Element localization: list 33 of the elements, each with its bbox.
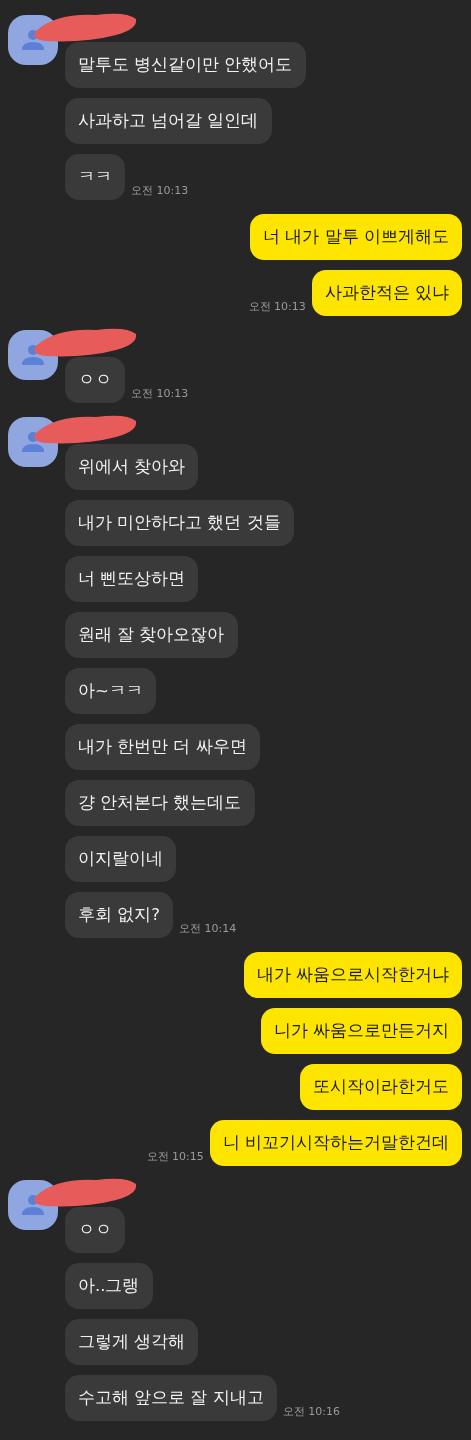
message-bubble[interactable]: 걍 안처본다 했는데도	[65, 780, 255, 826]
message-bubble[interactable]: 너 내가 말투 이쁘게해도	[250, 214, 462, 260]
message-bubble[interactable]: 수고해 앞으로 잘 지내고	[65, 1375, 277, 1421]
message-bubble[interactable]: 내가 싸움으로시작한거냐	[243, 952, 462, 998]
person-icon	[21, 29, 45, 51]
message-bubble[interactable]: 아..그랭	[65, 1263, 153, 1309]
message-time: 오전 10:15	[146, 1149, 204, 1165]
message-bubble[interactable]: 그렇게 생각해	[65, 1319, 199, 1365]
message-bubble[interactable]: ㅇㅇ	[65, 1207, 125, 1253]
message-time: 오전 10:16	[282, 1404, 340, 1420]
message-bubble[interactable]: 아~ㅋㅋ	[65, 668, 156, 714]
message-bubble[interactable]: 위에서 찾아와	[65, 444, 199, 490]
message-time: 오전 10:13	[248, 299, 306, 315]
message-time: 오전 10:13	[131, 386, 189, 402]
message-bubble[interactable]: 후회 없지?	[65, 892, 173, 938]
message-bubble[interactable]: 원래 잘 찾아오잖아	[65, 612, 238, 658]
message-bubble[interactable]: 말투도 병신같이만 안했어도	[65, 42, 306, 88]
message-bubble[interactable]: ㅋㅋ	[65, 154, 125, 200]
person-icon	[21, 344, 45, 366]
message-bubble[interactable]: 내가 미안하다고 했던 것들	[65, 500, 294, 546]
person-icon	[21, 431, 45, 453]
message-bubble[interactable]: 또시작이라한거도	[300, 1064, 462, 1110]
message-bubble[interactable]: 너 삔또상하면	[65, 556, 199, 602]
message-time: 오전 10:14	[179, 921, 237, 937]
message-bubble[interactable]: 내가 한번만 더 싸우면	[65, 724, 260, 770]
message-bubble[interactable]: ㅇㅇ	[65, 357, 125, 403]
person-icon	[21, 1194, 45, 1216]
message-bubble[interactable]: 사과한적은 있냐	[311, 270, 462, 316]
message-time: 오전 10:13	[131, 183, 189, 199]
message-bubble[interactable]: 니 비꼬기시작하는거말한건데	[209, 1120, 462, 1166]
message-bubble[interactable]: 니가 싸움으로만든거지	[260, 1008, 462, 1054]
message-bubble[interactable]: 이지랄이네	[65, 836, 176, 882]
message-bubble[interactable]: 사과하고 넘어갈 일인데	[65, 98, 272, 144]
